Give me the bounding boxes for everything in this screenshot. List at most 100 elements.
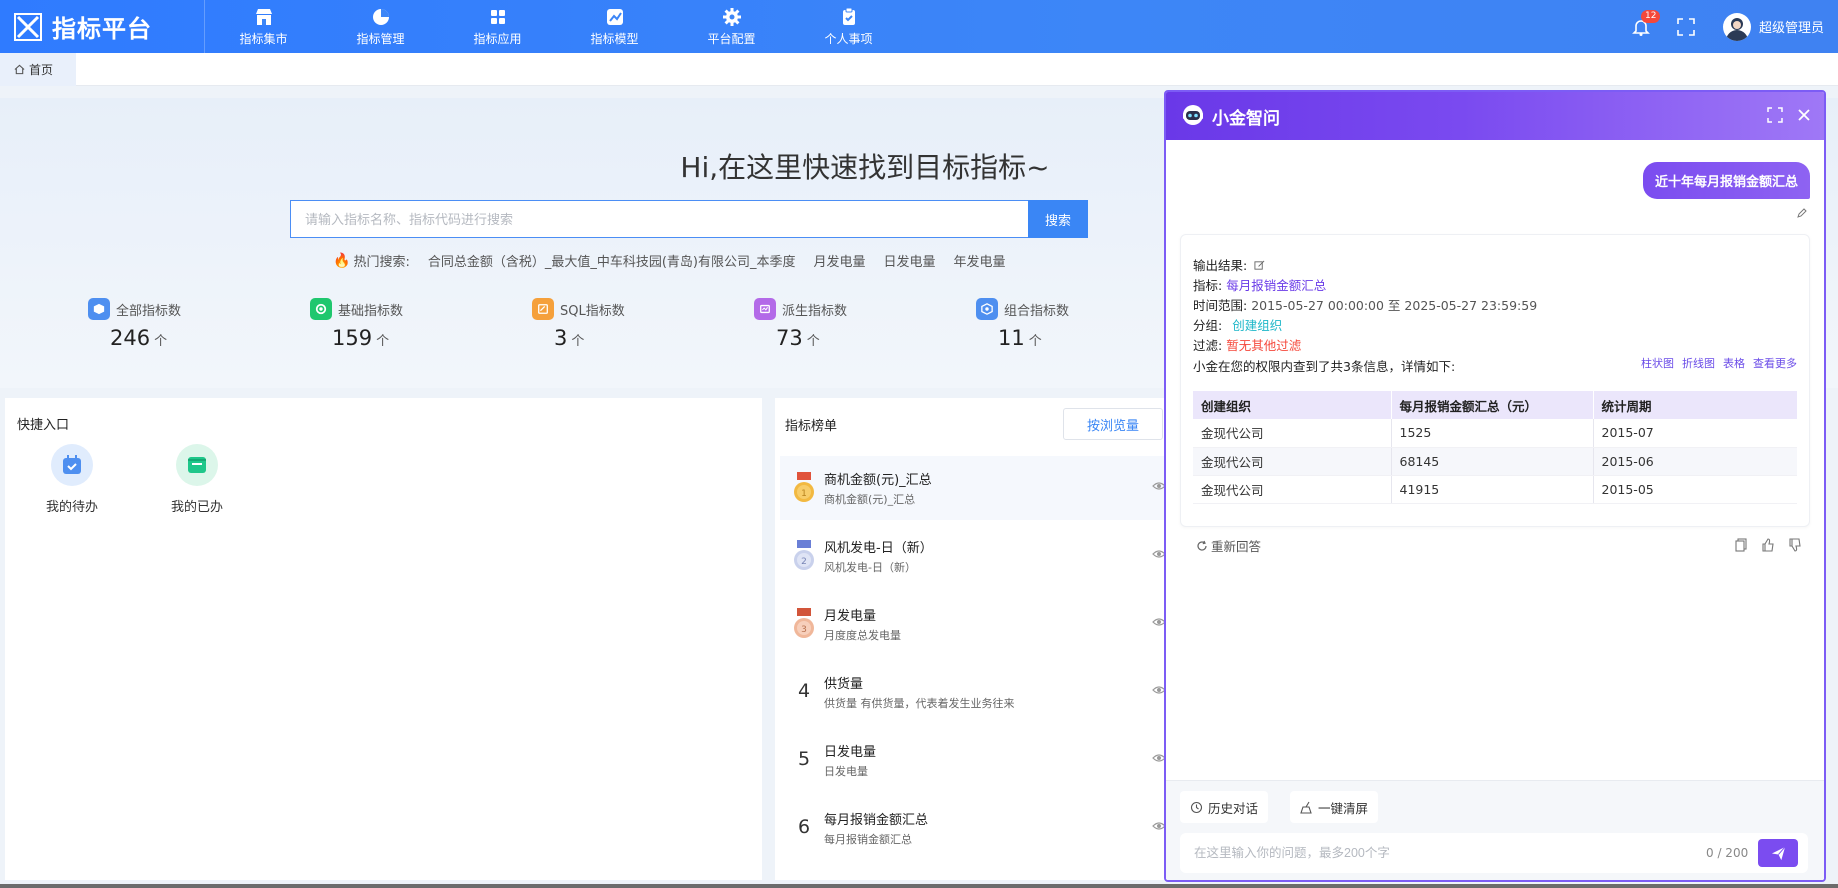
chat-input-area: 历史对话 一键清屏 0 / 200 <box>1166 780 1824 880</box>
stat-combined-metrics[interactable]: 组合指标数 11 个 <box>976 298 1146 350</box>
close-icon[interactable] <box>1796 107 1812 123</box>
edit-output-icon[interactable] <box>1254 260 1265 271</box>
ranking-title: 指标榜单 <box>785 419 838 434</box>
table-row: 金现代公司 1525 2015-07 <box>1193 419 1797 448</box>
group-value: 创建组织 <box>1232 318 1283 333</box>
ranking-item-subtitle: 风机发电-日（新） <box>824 561 916 574</box>
tab-home[interactable]: 首页 <box>0 53 76 86</box>
metric-label: 指标: <box>1193 278 1223 293</box>
line-chart-link[interactable]: 折线图 <box>1682 355 1715 371</box>
answer-summary: 小金在您的权限内查到了共3条信息，详情如下: <box>1193 359 1456 374</box>
edit-icon[interactable] <box>1796 207 1808 219</box>
fullscreen-icon[interactable] <box>1677 17 1695 36</box>
user-avatar-icon <box>1725 17 1748 41</box>
table-cell: 41915 <box>1391 475 1594 504</box>
stat-sql-metrics[interactable]: SQL指标数 3个 <box>532 298 702 350</box>
history-label: 历史对话 <box>1208 800 1259 816</box>
table-header-cell: 每月报销金额汇总（元） <box>1391 391 1594 419</box>
answer-metric-line: 指标: 每月报销金额汇总 <box>1193 275 1326 294</box>
gold-medal-icon: 1 <box>794 472 814 502</box>
table-cell: 68145 <box>1391 447 1594 476</box>
bronze-medal-icon: 3 <box>794 608 814 638</box>
quick-entry-title: 快捷入口 <box>17 418 70 433</box>
bar-chart-link[interactable]: 柱状图 <box>1641 355 1674 371</box>
assistant-answer-card: 输出结果: 指标: 每月报销金额汇总 时间范围: 2015-05-27 00:0… <box>1180 234 1810 527</box>
brand-name: 指标平台 <box>52 15 152 43</box>
cube-icon <box>88 298 110 320</box>
thumbs-up-icon[interactable] <box>1761 538 1775 552</box>
chat-question-input[interactable] <box>1180 833 1680 873</box>
nav-item-market[interactable]: 指标集市 <box>205 0 322 53</box>
sql-icon <box>532 298 554 320</box>
ranking-row[interactable]: 6 每月报销金额汇总 每月报销金额汇总 <box>780 796 1166 860</box>
table-cell: 金现代公司 <box>1193 419 1392 448</box>
avatar[interactable] <box>1722 12 1751 41</box>
broom-icon <box>1300 801 1312 814</box>
table-cell: 2015-05 <box>1593 475 1797 504</box>
sort-by-views-button[interactable]: 按浏览量 <box>1063 408 1163 440</box>
ranking-row[interactable]: 5 日发电量 日发电量 <box>780 728 1166 792</box>
table-link[interactable]: 表格 <box>1723 355 1745 371</box>
table-cell: 2015-07 <box>1593 419 1797 448</box>
search-input[interactable] <box>290 200 1028 238</box>
stat-unit: 个 <box>376 334 390 349</box>
nav-label: 平台配置 <box>707 31 756 46</box>
view-more-link[interactable]: 查看更多 <box>1753 355 1797 371</box>
nav-item-metric-model[interactable]: 指标模型 <box>556 0 673 53</box>
stat-derived-metrics[interactable]: 派生指标数 73 个 <box>754 298 924 350</box>
regenerate-button[interactable]: 重新回答 <box>1196 536 1261 555</box>
time-value: 2015-05-27 00:00:00 至 2025-05-27 23:59:5… <box>1251 298 1538 313</box>
metric-value: 每月报销金额汇总 <box>1226 278 1327 293</box>
todo-icon <box>51 444 93 486</box>
group-label: 分组: <box>1193 318 1223 333</box>
thumbs-down-icon[interactable] <box>1788 538 1802 552</box>
table-row: 金现代公司 41915 2015-05 <box>1193 475 1797 504</box>
brand[interactable]: 指标平台 <box>0 0 205 53</box>
nav-item-metric-apps[interactable]: 指标应用 <box>439 0 556 53</box>
ranking-row[interactable]: 3 月发电量 月度度总发电量 <box>780 592 1166 656</box>
send-button[interactable] <box>1758 839 1798 867</box>
char-counter: 0 / 200 <box>1706 846 1749 860</box>
answer-time-line: 时间范围: 2015-05-27 00:00:00 至 2025-05-27 2… <box>1193 295 1537 314</box>
apps-grid-icon <box>490 9 505 24</box>
svg-text:2: 2 <box>801 557 807 567</box>
view-switch-links: 柱状图 折线图 表格 查看更多 <box>1641 355 1797 371</box>
hot-search-item[interactable]: 合同总金额（含税）_最大值_中车科技园(青岛)有限公司_本季度 <box>428 251 796 270</box>
clear-screen-button[interactable]: 一键清屏 <box>1290 791 1379 823</box>
hot-search-item[interactable]: 年发电量 <box>954 251 1006 270</box>
search-button[interactable]: 搜索 <box>1028 200 1088 238</box>
done-icon <box>176 444 218 486</box>
result-table: 创建组织 每月报销金额汇总（元） 统计周期 金现代公司 1525 2015-07… <box>1193 391 1797 504</box>
ranking-row[interactable]: 2 风机发电-日（新） 风机发电-日（新） <box>780 524 1166 588</box>
regenerate-label: 重新回答 <box>1211 539 1262 554</box>
ranking-row[interactable]: 4 供货量 供货量 有供货量，代表着发生业务往来 <box>780 660 1166 724</box>
stat-base-metrics[interactable]: 基础指标数 159 个 <box>310 298 480 350</box>
history-button[interactable]: 历史对话 <box>1180 791 1269 823</box>
table-cell: 金现代公司 <box>1193 447 1392 476</box>
quick-item-todo[interactable]: 我的待办 <box>32 444 112 515</box>
copy-icon[interactable] <box>1734 538 1748 552</box>
nav-item-personal[interactable]: 个人事项 <box>790 0 907 53</box>
fire-icon: 🔥 <box>333 252 351 269</box>
stat-all-metrics[interactable]: 全部指标数 246 个 <box>88 298 258 350</box>
username[interactable]: 超级管理员 <box>1759 17 1824 36</box>
base-metric-icon <box>310 298 332 320</box>
ranking-row[interactable]: 1 商机金额(元)_汇总 商机金额(元)_汇总 <box>780 456 1166 520</box>
model-chart-icon <box>606 8 623 25</box>
notification-button[interactable]: 12 <box>1631 9 1661 37</box>
top-right-tools: 12 超级管理员 <box>1631 0 1838 53</box>
expand-icon[interactable] <box>1767 107 1783 123</box>
clipboard-icon <box>842 7 855 25</box>
nav-label: 指标管理 <box>356 31 405 46</box>
quick-item-done[interactable]: 我的已办 <box>157 444 237 515</box>
filter-value: 暂无其他过滤 <box>1226 338 1302 353</box>
hot-search-item[interactable]: 月发电量 <box>813 251 865 270</box>
nav-item-platform-config[interactable]: 平台配置 <box>673 0 790 53</box>
user-message-bubble: 近十年每月报销金额汇总 <box>1642 162 1810 199</box>
nav-item-metric-manage[interactable]: 指标管理 <box>322 0 439 53</box>
chat-input-wrapper: 0 / 200 <box>1180 833 1808 873</box>
nav-label: 个人事项 <box>824 31 873 46</box>
hot-search-item[interactable]: 日发电量 <box>884 251 936 270</box>
silver-medal-icon: 2 <box>794 540 814 570</box>
search-box: 搜索 <box>290 200 1088 238</box>
